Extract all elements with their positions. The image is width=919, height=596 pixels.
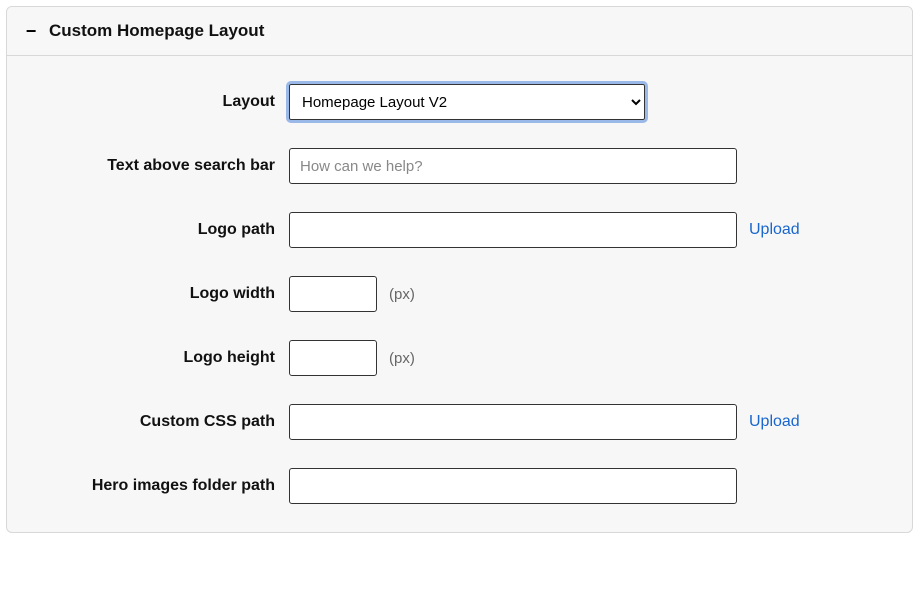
label-layout: Layout xyxy=(27,93,289,111)
logo-width-unit: (px) xyxy=(389,286,415,303)
row-layout: Layout Homepage Layout V2 xyxy=(27,84,892,120)
custom-css-path-input[interactable] xyxy=(289,404,737,440)
logo-width-input[interactable] xyxy=(289,276,377,312)
hero-images-folder-input[interactable] xyxy=(289,468,737,504)
row-custom-css-path: Custom CSS path Upload xyxy=(27,404,892,440)
collapse-icon[interactable]: − xyxy=(25,22,37,40)
label-text-above-search: Text above search bar xyxy=(27,157,289,175)
logo-height-unit: (px) xyxy=(389,350,415,367)
label-logo-width: Logo width xyxy=(27,285,289,303)
row-logo-width: Logo width (px) xyxy=(27,276,892,312)
logo-path-upload-link[interactable]: Upload xyxy=(749,221,800,239)
logo-height-input[interactable] xyxy=(289,340,377,376)
panel-title: Custom Homepage Layout xyxy=(49,21,264,41)
label-hero-images-folder: Hero images folder path xyxy=(27,477,289,495)
panel-header[interactable]: − Custom Homepage Layout xyxy=(7,7,912,56)
row-hero-images-folder: Hero images folder path xyxy=(27,468,892,504)
layout-select[interactable]: Homepage Layout V2 xyxy=(289,84,645,120)
panel-body: Layout Homepage Layout V2 Text above sea… xyxy=(7,56,912,532)
text-above-search-input[interactable] xyxy=(289,148,737,184)
custom-homepage-layout-panel: − Custom Homepage Layout Layout Homepage… xyxy=(6,6,913,533)
row-logo-path: Logo path Upload xyxy=(27,212,892,248)
row-text-above-search: Text above search bar xyxy=(27,148,892,184)
label-logo-height: Logo height xyxy=(27,349,289,367)
label-logo-path: Logo path xyxy=(27,221,289,239)
label-custom-css-path: Custom CSS path xyxy=(27,413,289,431)
custom-css-upload-link[interactable]: Upload xyxy=(749,413,800,431)
logo-path-input[interactable] xyxy=(289,212,737,248)
row-logo-height: Logo height (px) xyxy=(27,340,892,376)
